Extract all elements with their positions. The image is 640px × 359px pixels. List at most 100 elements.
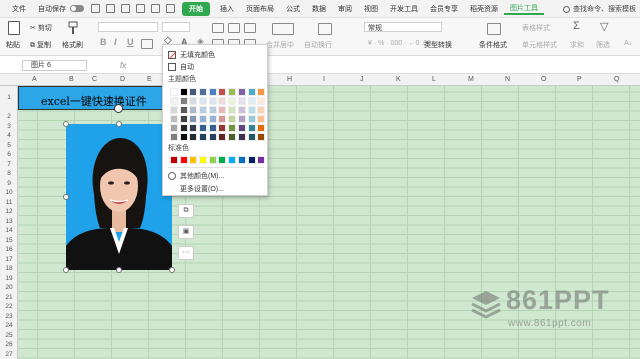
copy-button[interactable]: ⧉ 复制 [30,40,51,50]
tab-member[interactable]: 会员专享 [424,4,464,14]
theme-color-swatch[interactable] [170,106,178,114]
row-8[interactable]: 8 [0,170,18,177]
align-top-icon[interactable] [212,23,224,33]
col-l[interactable]: L [432,76,436,83]
row-21[interactable]: 21 [0,294,18,301]
tab-formulas[interactable]: 公式 [280,4,306,14]
bold-button[interactable]: B [100,37,107,47]
theme-color-swatch[interactable] [199,115,208,123]
theme-color-swatch[interactable] [247,124,256,132]
tab-home[interactable]: 开始 [182,1,210,16]
row-27[interactable]: 27 [0,351,18,358]
theme-color-swatch[interactable] [257,124,266,132]
more-settings-option[interactable]: 更多设置(O)... [180,184,224,194]
theme-color-swatch[interactable] [208,133,217,141]
theme-color-swatch[interactable] [257,133,266,141]
export-icon[interactable] [106,4,115,13]
col-q[interactable]: Q [614,76,619,83]
standard-color-swatch[interactable] [189,156,198,164]
col-j[interactable]: J [360,76,364,83]
theme-color-swatch[interactable] [218,97,227,105]
theme-color-swatch[interactable] [247,106,256,114]
standard-color-swatch[interactable] [218,156,227,164]
theme-color-swatch[interactable] [247,88,256,96]
tab-page-layout[interactable]: 页面布局 [240,4,280,14]
theme-color-swatch[interactable] [208,106,217,114]
filter-button[interactable]: 筛选 [596,40,610,50]
theme-color-swatch[interactable] [189,88,198,96]
row-9[interactable]: 9 [0,180,18,187]
theme-color-swatch[interactable] [237,88,246,96]
theme-color-swatch[interactable] [257,106,266,114]
col-m[interactable]: M [468,76,474,83]
more-button[interactable]: A↓ [624,40,632,47]
theme-color-swatch[interactable] [228,124,237,132]
format-painter-icon[interactable] [68,21,78,35]
font-name-select[interactable] [98,22,158,32]
col-d[interactable]: D [120,76,125,83]
row-3[interactable]: 3 [0,123,18,130]
paste-icon[interactable] [8,21,20,35]
standard-color-swatch[interactable] [247,156,256,164]
file-menu[interactable]: 文件 [6,4,32,14]
tab-docer[interactable]: 稻壳资源 [464,4,504,14]
row-25[interactable]: 25 [0,332,18,339]
row-20[interactable]: 20 [0,284,18,291]
theme-color-swatch[interactable] [189,106,198,114]
theme-color-swatch[interactable] [228,106,237,114]
conditional-format-button[interactable]: 条件格式 [479,40,507,50]
theme-color-swatch[interactable] [199,88,208,96]
wrap-text-icon[interactable] [318,23,332,35]
row-10[interactable]: 10 [0,189,18,196]
col-o[interactable]: O [541,76,546,83]
resize-handle-bottom-right[interactable] [169,267,175,273]
other-colors-option[interactable]: 其他颜色(M)... [168,171,224,181]
theme-color-swatch[interactable] [199,97,208,105]
col-c[interactable]: C [92,76,97,83]
theme-color-swatch[interactable] [237,97,246,105]
theme-color-swatch[interactable] [189,115,198,123]
cell-style-button[interactable]: 单元格样式 [522,40,557,50]
row-16[interactable]: 16 [0,246,18,253]
id-photo[interactable] [66,124,172,270]
standard-color-swatch[interactable] [170,156,178,164]
col-i[interactable]: I [323,76,325,83]
align-bottom-icon[interactable] [244,23,256,33]
underline-button[interactable]: U [127,37,134,47]
conditional-format-icon[interactable] [487,23,501,35]
row-26[interactable]: 26 [0,341,18,348]
row-1[interactable]: 1 [0,94,18,101]
theme-color-swatch[interactable] [189,124,198,132]
theme-color-swatch[interactable] [228,133,237,141]
col-b[interactable]: B [69,76,74,83]
theme-color-swatch[interactable] [170,97,178,105]
tab-view[interactable]: 视图 [358,4,384,14]
theme-color-swatch[interactable] [257,88,266,96]
row-19[interactable]: 19 [0,275,18,282]
theme-color-swatch[interactable] [208,124,217,132]
resize-handle-bottom-left[interactable] [63,267,69,273]
theme-color-swatch[interactable] [247,115,256,123]
theme-color-swatch[interactable] [218,106,227,114]
format-painter-button[interactable]: 格式刷 [62,40,83,50]
table-style-button[interactable]: 表格样式 [522,23,550,33]
row-2[interactable]: 2 [0,113,18,120]
rotate-handle-icon[interactable] [114,104,123,113]
row-24[interactable]: 24 [0,322,18,329]
align-middle-icon[interactable] [228,23,240,33]
standard-color-swatch[interactable] [257,156,266,164]
auto-color-option[interactable]: 自动 [168,62,194,72]
theme-color-swatch[interactable] [170,124,178,132]
theme-color-swatch[interactable] [218,124,227,132]
tab-review[interactable]: 审阅 [332,4,358,14]
row-17[interactable]: 17 [0,256,18,263]
picture-effects-icon[interactable]: ▣ [178,225,194,239]
row-11[interactable]: 11 [0,199,18,206]
theme-color-swatch[interactable] [179,133,188,141]
theme-color-swatch[interactable] [218,88,227,96]
theme-color-swatch[interactable] [218,115,227,123]
sum-icon[interactable]: Σ [573,20,580,32]
theme-color-swatch[interactable] [237,124,246,132]
col-k[interactable]: K [396,76,401,83]
tab-developer[interactable]: 开发工具 [384,4,424,14]
